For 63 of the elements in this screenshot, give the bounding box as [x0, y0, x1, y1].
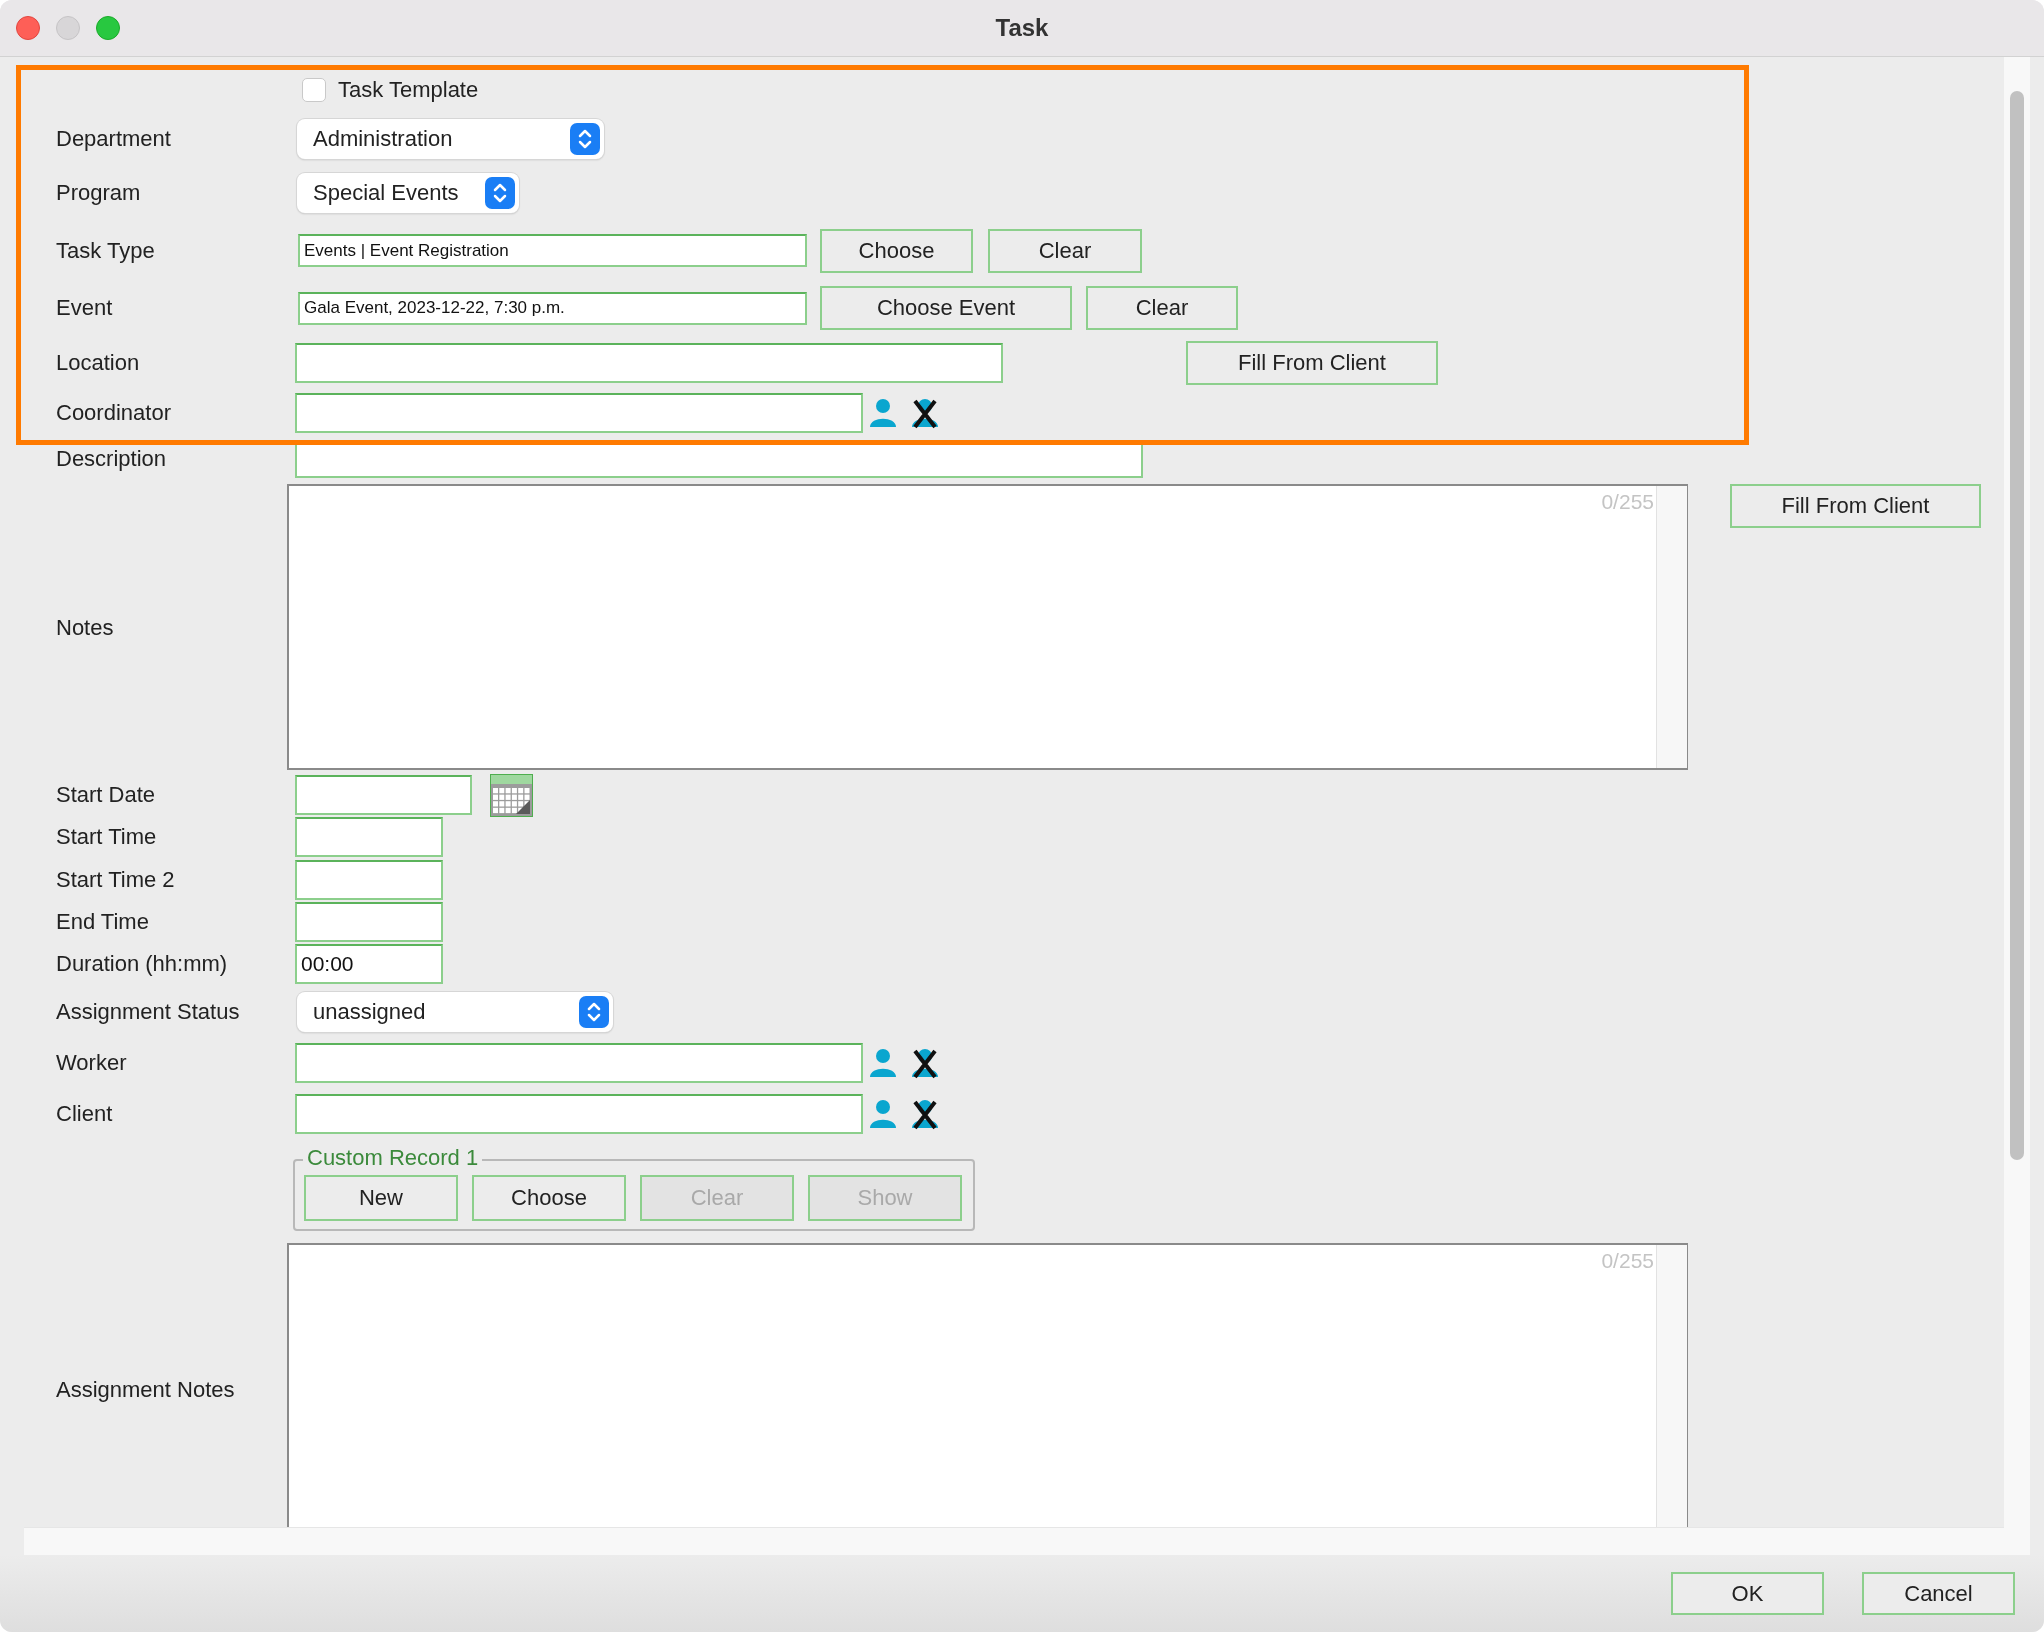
text-field[interactable]	[295, 1043, 863, 1083]
zoom-button[interactable]	[96, 16, 120, 40]
text-field[interactable]: Events | Event Registration	[298, 234, 807, 267]
person-icon[interactable]	[867, 1047, 899, 1079]
text-field[interactable]: 00:00	[295, 944, 443, 984]
push-button[interactable]: Clear	[1086, 286, 1238, 330]
person-icon[interactable]	[867, 1098, 899, 1130]
checkbox[interactable]	[302, 78, 326, 102]
field-label: Start Time 2	[56, 866, 175, 892]
window-title: Task	[995, 14, 1049, 41]
calendar-icon[interactable]	[490, 773, 533, 817]
remove-person-icon[interactable]	[909, 1047, 941, 1079]
text-field[interactable]: Gala Event, 2023-12-22, 7:30 p.m.	[298, 291, 807, 325]
popup-select[interactable]: Administration	[297, 118, 604, 159]
field-label: Start Date	[56, 782, 156, 807]
stepper-icon	[485, 177, 515, 209]
stepper-icon	[579, 995, 609, 1028]
field-label: Program	[56, 180, 141, 205]
field-label: Task Type	[56, 237, 155, 263]
character-counter: 0/255	[1601, 489, 1655, 515]
popup-select[interactable]: Special Events	[297, 173, 519, 213]
push-button[interactable]: OK	[1671, 1572, 1824, 1615]
minimize-button[interactable]	[56, 16, 80, 40]
push-button[interactable]: Choose	[820, 228, 973, 273]
text-field[interactable]	[295, 902, 443, 942]
push-button[interactable]: Cancel	[1862, 1572, 2015, 1615]
close-button[interactable]	[16, 16, 40, 40]
field-label: Assignment Status	[56, 998, 240, 1024]
push-button[interactable]: Choose	[472, 1175, 626, 1221]
push-button[interactable]: New	[304, 1175, 458, 1221]
field-label: Start Time	[56, 824, 157, 849]
text-field[interactable]	[295, 859, 443, 900]
popup-select[interactable]: unassigned	[297, 991, 613, 1032]
text-field[interactable]	[295, 817, 443, 857]
text-field[interactable]	[295, 342, 1003, 383]
push-button[interactable]: Choose Event	[820, 286, 1072, 330]
field-label: Duration (hh:mm)	[56, 951, 228, 976]
field-label: Worker	[56, 1050, 127, 1075]
text-field[interactable]	[295, 775, 472, 815]
field-label: Location	[56, 349, 140, 375]
push-button[interactable]: Clear	[988, 228, 1142, 273]
field-label: Client	[56, 1101, 113, 1126]
push-button[interactable]: Fill From Client	[1186, 340, 1438, 385]
checkbox-label: Task Template	[338, 77, 479, 103]
character-counter: 0/255	[1601, 1248, 1655, 1274]
field-label: Assignment Notes	[56, 1377, 235, 1402]
field-label: Description	[56, 446, 167, 471]
field-label: Coordinator	[56, 400, 171, 425]
push-button[interactable]: Fill From Client	[1730, 484, 1981, 528]
scrollbar-track[interactable]	[1656, 486, 1687, 768]
field-label: Notes	[56, 614, 114, 640]
text-field[interactable]	[295, 393, 863, 433]
person-icon[interactable]	[867, 397, 899, 429]
stepper-icon	[570, 122, 600, 155]
scrollbar-track[interactable]	[1656, 1245, 1687, 1527]
horizontal-scrollbar[interactable]	[24, 1527, 2004, 1555]
text-field[interactable]	[295, 1094, 863, 1134]
remove-person-icon[interactable]	[909, 397, 941, 429]
field-label: End Time	[56, 909, 149, 934]
field-label: Event	[56, 295, 113, 320]
scrollbar-thumb[interactable]	[2010, 91, 2024, 1160]
field-label: Department	[56, 125, 171, 151]
remove-person-icon[interactable]	[909, 1098, 941, 1130]
